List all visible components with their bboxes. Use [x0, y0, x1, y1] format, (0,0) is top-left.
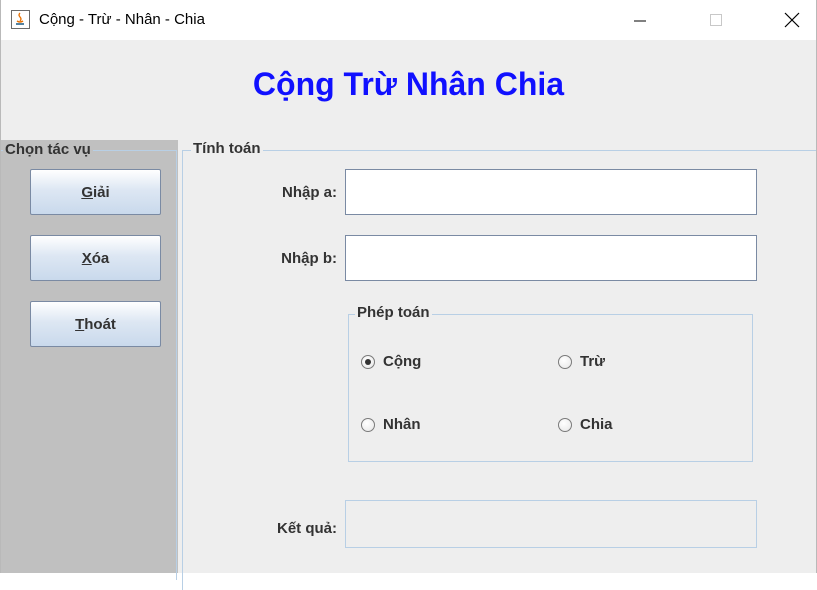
radio-subtract-indicator [558, 354, 572, 369]
radio-subtract[interactable]: Trừ [558, 353, 605, 370]
radio-multiply-label: Nhân [383, 416, 421, 433]
radio-divide-indicator [558, 417, 572, 432]
close-button[interactable] [769, 0, 815, 40]
exit-mnemonic: T [75, 315, 85, 333]
radio-multiply-indicator [361, 417, 375, 432]
radio-selected-dot [365, 358, 371, 365]
maximize-icon [710, 14, 722, 26]
close-icon [784, 12, 800, 28]
input-a-label: Nhập a: [281, 184, 337, 201]
minimize-button[interactable] [617, 0, 663, 40]
operation-group-title: Phép toán [355, 304, 432, 321]
input-a-field[interactable] [345, 169, 757, 215]
clear-mnemonic: X [81, 249, 92, 267]
radio-add-indicator [361, 354, 375, 369]
input-b-field[interactable] [345, 235, 757, 281]
clear-button[interactable]: Xóa [30, 235, 161, 281]
operation-group [348, 314, 753, 462]
exit-label-rest: hoát [84, 315, 116, 333]
title-bar[interactable]: Cộng - Trừ - Nhân - Chia [1, 0, 816, 40]
task-group-title: Chọn tác vụ [3, 141, 93, 158]
result-field[interactable] [345, 500, 757, 548]
exit-button[interactable]: Thoát [30, 301, 161, 347]
radio-add-label: Cộng [383, 353, 422, 370]
radio-divide[interactable]: Chia [558, 416, 613, 433]
java-cup-icon [11, 10, 30, 29]
solve-mnemonic: G [81, 183, 93, 201]
task-panel: Chọn tác vụ Giải Xóa Thoát [1, 140, 178, 580]
radio-subtract-label: Trừ [580, 353, 606, 370]
maximize-button[interactable] [693, 0, 739, 40]
radio-add[interactable]: Cộng [361, 353, 421, 370]
radio-multiply[interactable]: Nhân [361, 416, 421, 433]
solve-button[interactable]: Giải [30, 169, 161, 215]
clear-label-rest: óa [91, 249, 110, 267]
calc-group-title: Tính toán [191, 140, 263, 157]
minimize-icon [634, 20, 646, 22]
page-title: Cộng Trừ Nhân Chia [252, 66, 565, 102]
radio-divide-label: Chia [580, 416, 613, 433]
window-title: Cộng - Trừ - Nhân - Chia [39, 11, 205, 28]
app-window: Cộng - Trừ - Nhân - Chia Cộng Trừ Nhân C… [0, 0, 817, 590]
solve-label-rest: iải [92, 183, 110, 201]
result-label: Kết quả: [277, 520, 337, 537]
client-area: Cộng Trừ Nhân Chia Chọn tác vụ Giải Xóa … [1, 40, 816, 590]
input-b-label: Nhập b: [281, 250, 337, 267]
